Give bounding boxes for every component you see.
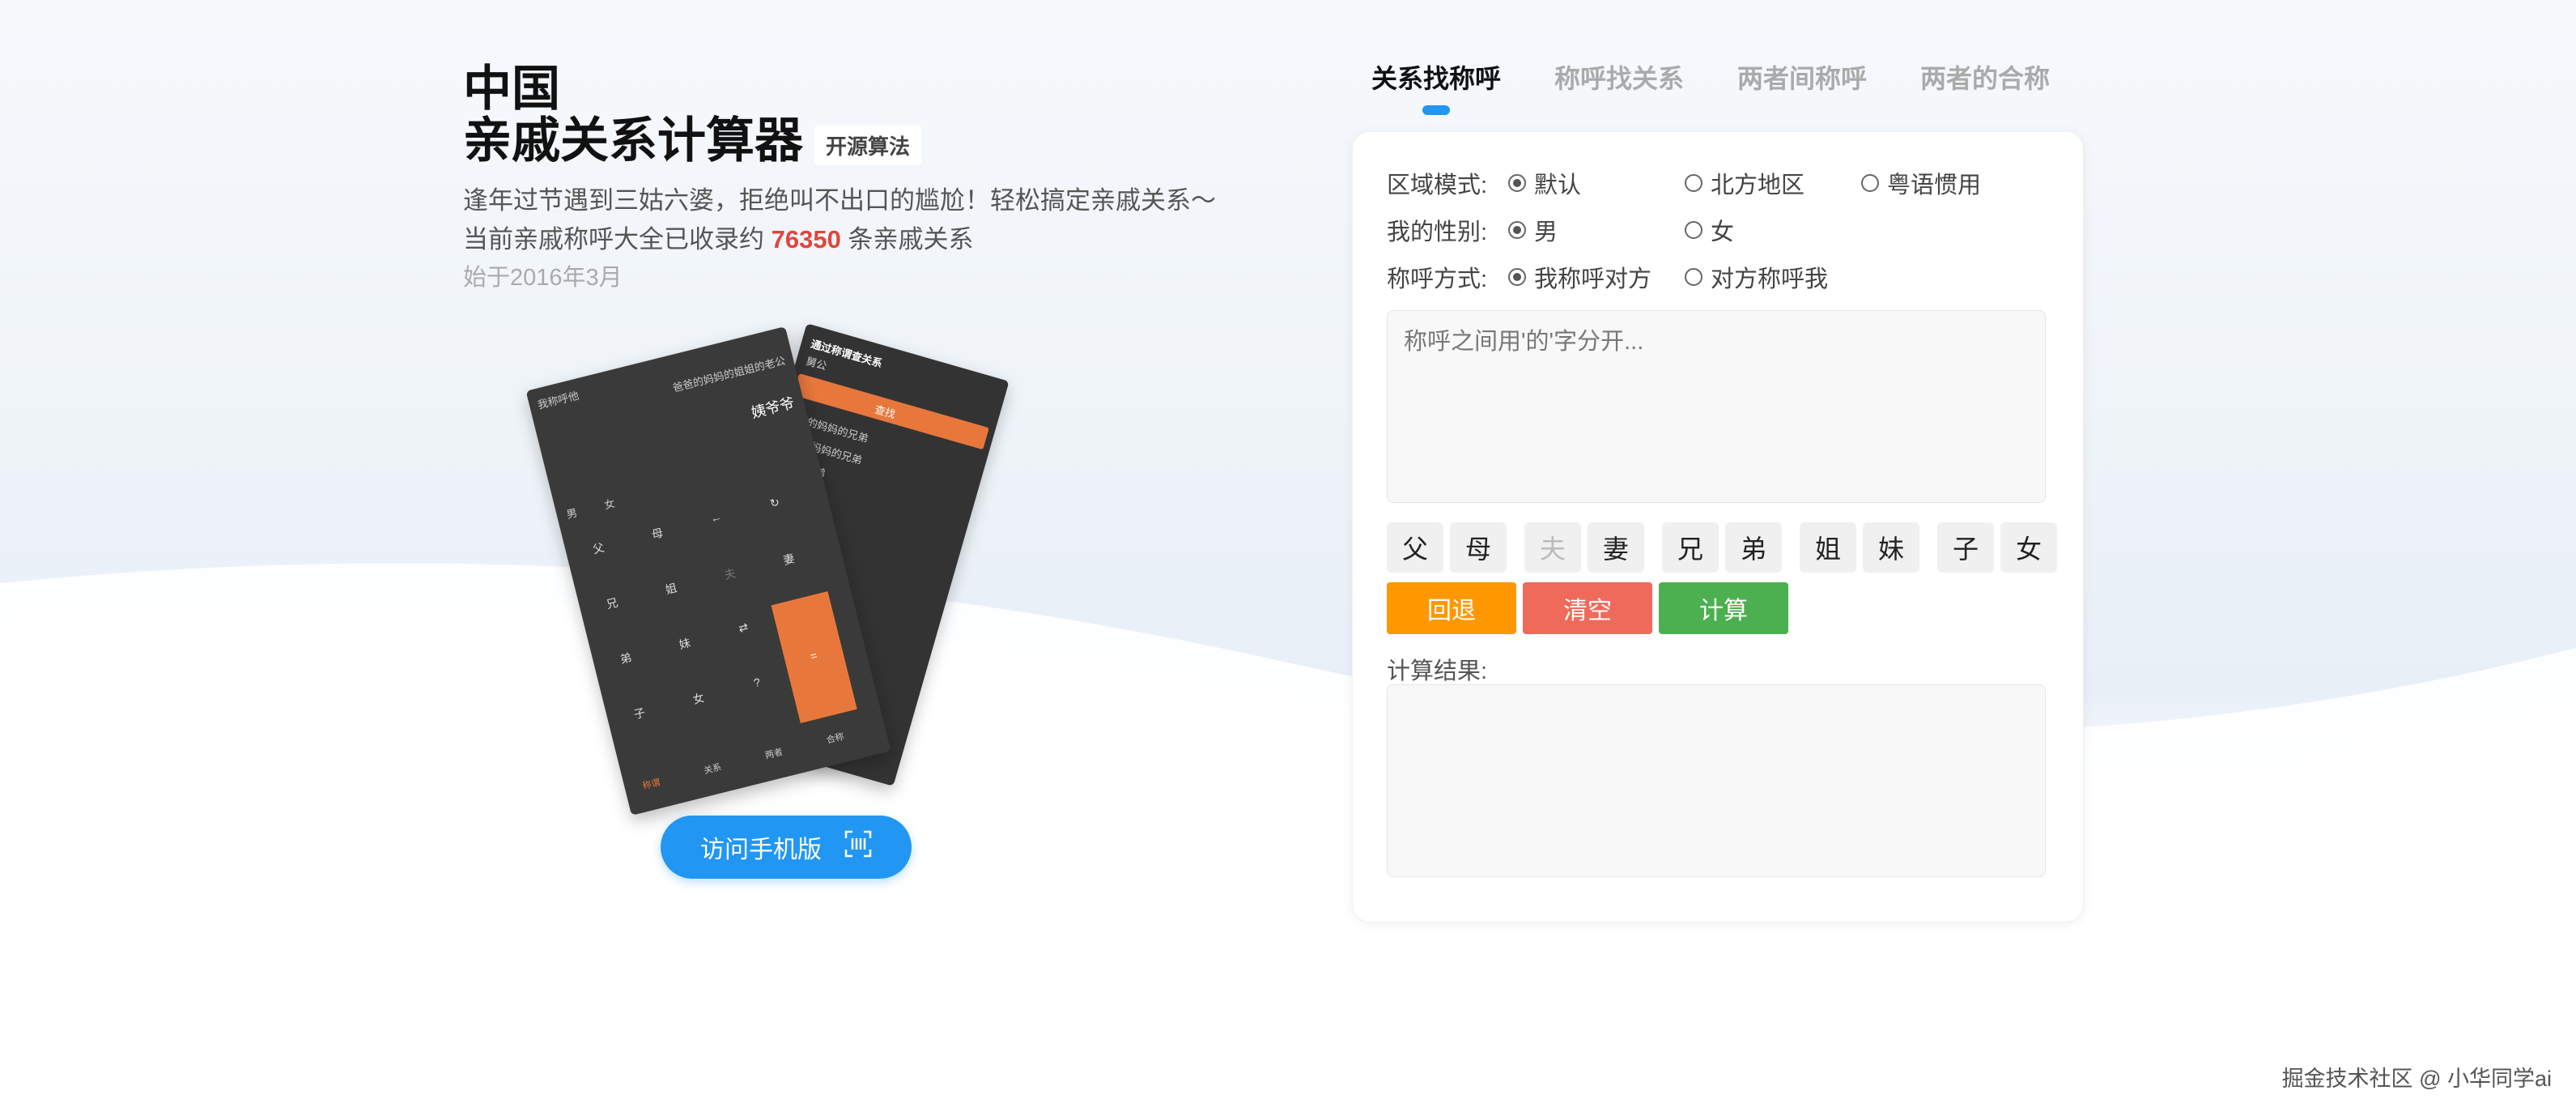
calculate-button[interactable]: 计算 bbox=[1659, 582, 1788, 634]
key-younger-sister[interactable]: 妹 bbox=[1863, 522, 1919, 573]
key-younger-brother[interactable]: 弟 bbox=[1725, 522, 1782, 573]
key-son[interactable]: 子 bbox=[1937, 522, 1994, 573]
radio-i-call-them[interactable]: 我称呼对方 bbox=[1508, 260, 1685, 294]
radio-dot bbox=[1685, 221, 1702, 239]
radio-region-north[interactable]: 北方地区 bbox=[1685, 166, 1861, 200]
page-title-line1: 中国 bbox=[463, 62, 560, 116]
radio-gender-male[interactable]: 男 bbox=[1508, 213, 1685, 247]
tab-mutual-title[interactable]: 两者间称呼 bbox=[1737, 58, 1867, 115]
gender-label: 我的性别: bbox=[1387, 219, 1488, 245]
since-date: 始于2016年3月 bbox=[463, 265, 623, 291]
visit-mobile-button[interactable]: 访问手机版 bbox=[661, 816, 912, 879]
key-husband[interactable]: 夫 bbox=[1524, 522, 1581, 573]
key-wife[interactable]: 妻 bbox=[1588, 522, 1644, 573]
relation-keypad: 父 母 夫 妻 兄 弟 姐 妹 子 女 bbox=[1387, 522, 2064, 573]
radio-dot bbox=[1508, 174, 1526, 192]
key-father[interactable]: 父 bbox=[1387, 522, 1443, 573]
tab-combined-title[interactable]: 两者的合称 bbox=[1920, 58, 2050, 115]
key-elder-brother[interactable]: 兄 bbox=[1662, 522, 1719, 573]
description-line2: 当前亲戚称呼大全已收录约 76350 条亲戚关系 bbox=[463, 225, 974, 253]
back-button[interactable]: 回退 bbox=[1387, 582, 1516, 634]
relation-input[interactable]: 称呼之间用'的'字分开... bbox=[1387, 310, 2046, 503]
calculator-panel: 区域模式: 默认 北方地区 粤语惯用 我的性别: 男 女 称呼方式: 我称呼对方… bbox=[1352, 131, 2084, 922]
radio-dot bbox=[1861, 174, 1879, 192]
clear-button[interactable]: 清空 bbox=[1523, 582, 1652, 634]
radio-they-call-me[interactable]: 对方称呼我 bbox=[1685, 260, 1828, 294]
region-mode-label: 区域模式: bbox=[1387, 173, 1488, 198]
mode-tabs: 关系找称呼 称呼找关系 两者间称呼 两者的合称 bbox=[1371, 58, 2103, 115]
address-mode-label: 称呼方式: bbox=[1387, 266, 1488, 292]
address-mode-row: 称呼方式: 我称呼对方 对方称呼我 bbox=[1387, 260, 1828, 294]
radio-region-default[interactable]: 默认 bbox=[1508, 166, 1685, 200]
key-mother[interactable]: 母 bbox=[1450, 522, 1507, 573]
visit-mobile-label: 访问手机版 bbox=[700, 837, 822, 863]
result-output[interactable] bbox=[1387, 684, 2046, 877]
radio-region-cantonese[interactable]: 粤语惯用 bbox=[1861, 166, 1981, 200]
description-line1: 逢年过节遇到三姑六婆，拒绝叫不出口的尴尬！轻松搞定亲戚关系～ bbox=[463, 186, 1216, 215]
key-elder-sister[interactable]: 姐 bbox=[1800, 522, 1856, 573]
result-label: 计算结果: bbox=[1387, 658, 1488, 684]
open-source-badge[interactable]: 开源算法 bbox=[814, 125, 922, 165]
tab-title-to-relation[interactable]: 称呼找关系 bbox=[1554, 58, 1684, 115]
key-daughter[interactable]: 女 bbox=[2000, 522, 2057, 573]
radio-dot bbox=[1508, 221, 1526, 239]
radio-gender-female[interactable]: 女 bbox=[1685, 213, 1734, 247]
action-buttons: 回退 清空 计算 bbox=[1387, 582, 1795, 634]
intro-description: 逢年过节遇到三姑六婆，拒绝叫不出口的尴尬！轻松搞定亲戚关系～ 当前亲戚称呼大全已… bbox=[463, 181, 1256, 259]
region-mode-row: 区域模式: 默认 北方地区 粤语惯用 bbox=[1387, 166, 1981, 200]
radio-dot bbox=[1685, 174, 1702, 192]
radio-dot bbox=[1508, 268, 1526, 286]
intro-section: 中国 亲戚关系计算器 开源算法 逢年过节遇到三姑六婆，拒绝叫不出口的尴尬！轻松搞… bbox=[463, 63, 1256, 296]
footer-watermark: 掘金技术社区 @ 小华同学ai bbox=[2281, 1067, 2552, 1091]
page-background bbox=[0, 0, 2576, 1116]
radio-dot bbox=[1685, 268, 1702, 286]
qrcode-scan-icon bbox=[844, 830, 872, 864]
relation-count: 76350 bbox=[771, 225, 841, 253]
gender-row: 我的性别: 男 女 bbox=[1387, 213, 1734, 247]
page-title-line2: 亲戚关系计算器 bbox=[463, 113, 803, 168]
phone-preview: 通过称谓查关系 舅公 查找 爸爸的妈妈的兄弟 妈妈的妈妈的兄弟 妈妈的兄弟 我称… bbox=[525, 320, 1052, 816]
tab-relation-to-title[interactable]: 关系找称呼 bbox=[1371, 58, 1501, 115]
